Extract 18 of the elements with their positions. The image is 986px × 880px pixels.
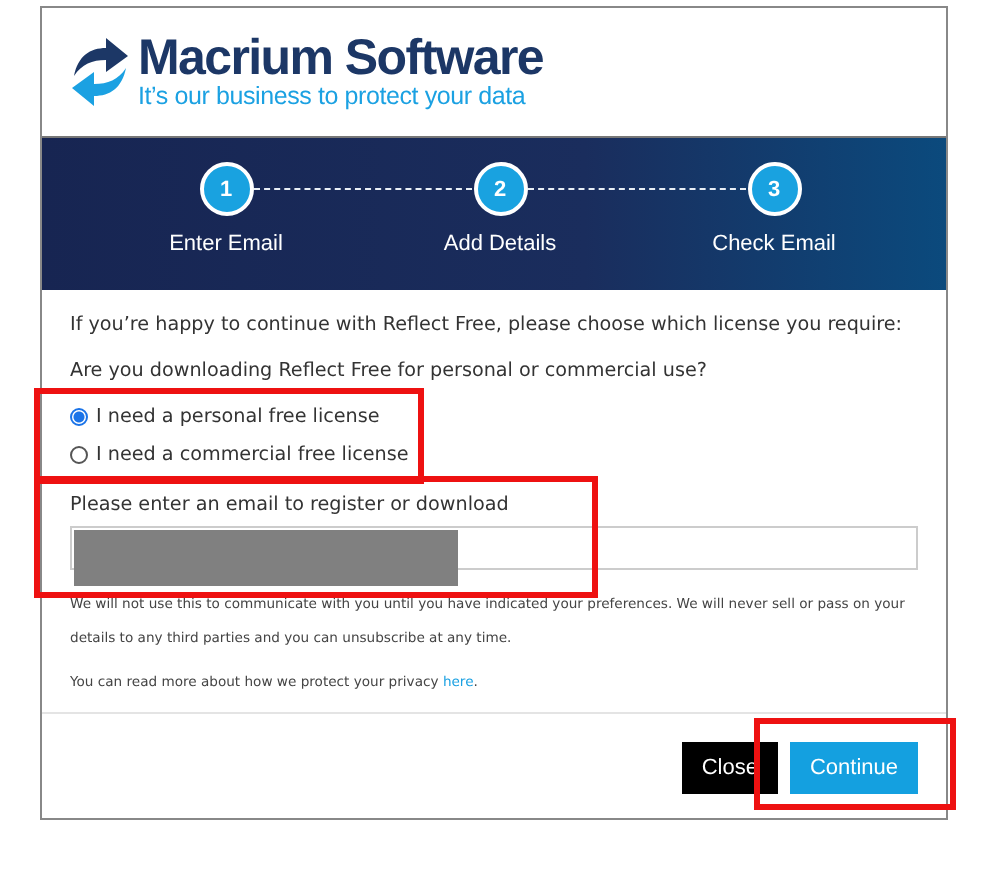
logo-name: Macrium Software	[138, 34, 544, 82]
step-number: 2	[473, 162, 527, 216]
radio-label: I need a personal free license	[96, 406, 380, 428]
question-text: Are you downloading Reflect Free for personal or commercial use?	[70, 358, 709, 386]
step-label: Enter Email	[169, 232, 283, 256]
logo-icon	[70, 36, 130, 108]
step-label: Add Details	[443, 232, 557, 256]
radio-label: I need a commercial free license	[96, 444, 409, 466]
radio-option[interactable]: I need a personal free license	[70, 398, 918, 436]
radio-button[interactable]	[70, 446, 88, 464]
step-number: 1	[199, 162, 253, 216]
radio-button[interactable]	[70, 408, 88, 426]
logo-tagline: It’s our business to protect your data	[138, 82, 528, 110]
step-number: 3	[747, 162, 801, 216]
email-label: Please enter an email to register or download	[70, 492, 511, 520]
intro-text: If you’re happy to continue with Reflect Free, please choose which license you require:	[70, 312, 905, 340]
step-label: Check Email	[712, 232, 836, 256]
radio-option[interactable]: I need a commercial free license	[70, 436, 918, 474]
